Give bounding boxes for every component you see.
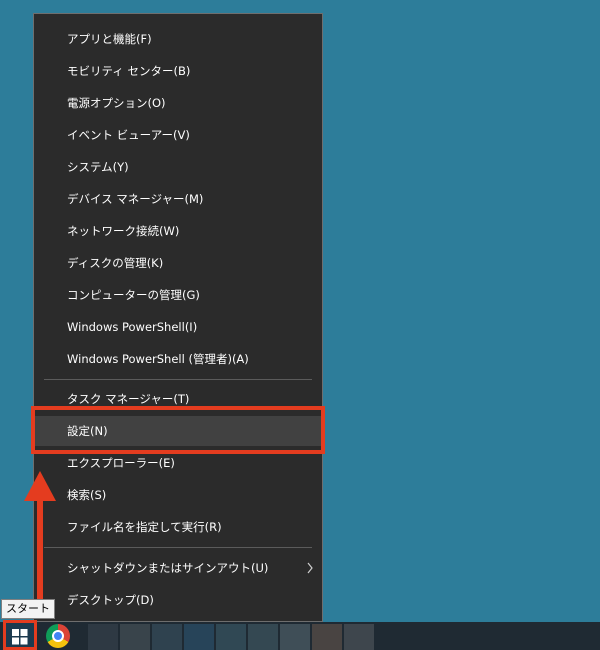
menu-item-label: システム(Y): [67, 160, 129, 174]
menu-item-label: タスク マネージャー(T): [67, 392, 190, 406]
menu-item-label: エクスプローラー(E): [67, 456, 175, 470]
menu-item-system[interactable]: システム(Y): [34, 152, 322, 182]
menu-item-label: ファイル名を指定して実行(R): [67, 520, 222, 534]
menu-item-label: デスクトップ(D): [67, 593, 154, 607]
chrome-icon[interactable]: [46, 624, 70, 648]
menu-item-label: Windows PowerShell (管理者)(A): [67, 352, 249, 366]
menu-item-disk-management[interactable]: ディスクの管理(K): [34, 248, 322, 278]
menu-item-search[interactable]: 検索(S): [34, 480, 322, 510]
menu-item-label: ディスクの管理(K): [67, 256, 164, 270]
menu-item-label: ネットワーク接続(W): [67, 224, 180, 238]
menu-item-label: 電源オプション(O): [67, 96, 166, 110]
taskbar-app-icon[interactable]: [344, 624, 374, 650]
menu-item-powershell[interactable]: Windows PowerShell(I): [34, 312, 322, 342]
taskbar-app-icon[interactable]: [152, 624, 182, 650]
taskbar-app-icon[interactable]: [280, 624, 310, 650]
menu-item-network-connections[interactable]: ネットワーク接続(W): [34, 216, 322, 246]
start-button[interactable]: [3, 620, 37, 650]
menu-item-label: シャットダウンまたはサインアウト(U): [67, 561, 269, 575]
menu-item-label: コンピューターの管理(G): [67, 288, 200, 302]
taskbar-app-icon[interactable]: [88, 624, 118, 650]
menu-item-device-manager[interactable]: デバイス マネージャー(M): [34, 184, 322, 214]
menu-item-mobility-center[interactable]: モビリティ センター(B): [34, 56, 322, 86]
start-tooltip: スタート: [1, 599, 55, 619]
menu-item-shutdown-signout[interactable]: シャットダウンまたはサインアウト(U): [34, 553, 322, 583]
taskbar-app-icon[interactable]: [184, 624, 214, 650]
menu-item-label: 検索(S): [67, 488, 107, 502]
menu-item-powershell-admin[interactable]: Windows PowerShell (管理者)(A): [34, 344, 322, 374]
taskbar-app-icon[interactable]: [216, 624, 246, 650]
menu-item-run[interactable]: ファイル名を指定して実行(R): [34, 512, 322, 542]
menu-item-label: デバイス マネージャー(M): [67, 192, 204, 206]
menu-item-apps-features[interactable]: アプリと機能(F): [34, 24, 322, 54]
taskbar-app-icon[interactable]: [312, 624, 342, 650]
menu-separator: [44, 547, 312, 548]
menu-item-computer-management[interactable]: コンピューターの管理(G): [34, 280, 322, 310]
menu-item-event-viewer[interactable]: イベント ビューアー(V): [34, 120, 322, 150]
menu-item-label: イベント ビューアー(V): [67, 128, 190, 142]
windows-logo-icon: [12, 629, 28, 645]
annotation-arrow-shaft: [37, 500, 43, 615]
menu-item-desktop[interactable]: デスクトップ(D): [34, 585, 322, 615]
menu-item-label: モビリティ センター(B): [67, 64, 191, 78]
menu-item-label: アプリと機能(F): [67, 32, 152, 46]
taskbar-app-icon[interactable]: [248, 624, 278, 650]
menu-separator: [44, 379, 312, 380]
taskbar-app-icon[interactable]: [120, 624, 150, 650]
winx-context-menu: アプリと機能(F) モビリティ センター(B) 電源オプション(O) イベント …: [33, 13, 323, 622]
menu-item-power-options[interactable]: 電源オプション(O): [34, 88, 322, 118]
annotation-highlight-box: [31, 406, 325, 454]
annotation-arrow-head: [24, 471, 56, 501]
menu-item-label: Windows PowerShell(I): [67, 320, 198, 334]
